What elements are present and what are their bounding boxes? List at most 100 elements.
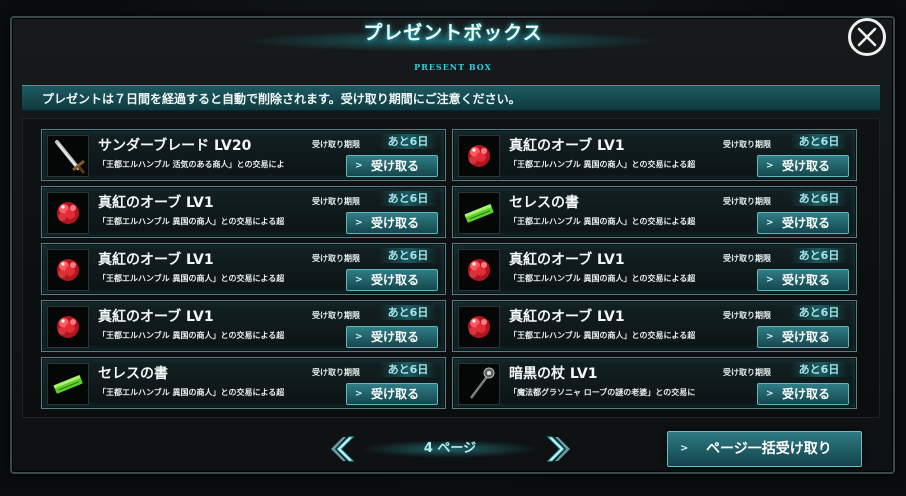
receive-button-label: 受け取る	[782, 387, 831, 401]
page-subtitle: PRESENT BOX	[414, 62, 492, 72]
sword-icon	[47, 135, 89, 177]
bulk-receive-button[interactable]: > ページ一括受け取り	[667, 431, 862, 467]
period-label: 受け取り期限	[312, 140, 360, 149]
chevron-right-icon	[546, 436, 570, 462]
arrow-icon: >	[766, 218, 774, 228]
present-item: 真紅のオーブ LV1 受け取り期限 あと6日「王都エルハンブル 異国の商人」との交易…	[41, 243, 446, 295]
next-page-button[interactable]	[544, 435, 570, 463]
receive-button[interactable]: > 受け取る	[757, 383, 849, 405]
arrow-icon: >	[355, 389, 363, 399]
receive-button-label: 受け取る	[782, 330, 831, 344]
red-orb-icon	[458, 249, 500, 291]
receive-button-label: 受け取る	[371, 330, 420, 344]
remaining-days-badge: あと6日	[790, 305, 848, 320]
receive-button-label: 受け取る	[782, 273, 831, 287]
remaining-days-badge: あと6日	[379, 248, 437, 263]
red-orb-icon	[458, 135, 500, 177]
item-description: 「王都エルハンブル 異国の商人」との交易による超	[509, 274, 696, 283]
item-description: 「王都エルハンブル 活気のある商人」との交易によ	[98, 160, 285, 169]
item-name: 真紅のオーブ LV1	[98, 252, 214, 268]
receive-button-label: 受け取る	[782, 216, 831, 230]
receive-button-label: 受け取る	[371, 273, 420, 287]
remaining-days-badge: あと6日	[790, 248, 848, 263]
remaining-days-badge: あと6日	[790, 134, 848, 149]
present-item: 真紅のオーブ LV1 受け取り期限 あと6日「王都エルハンブル 異国の商人」との交易…	[452, 300, 857, 352]
present-item: 真紅のオーブ LV1 受け取り期限 あと6日 「王都エルハンブル 異国の商人」との交易…	[452, 129, 857, 181]
item-name: 真紅のオーブ LV1	[509, 252, 625, 268]
item-name: 真紅のオーブ LV1	[98, 309, 214, 325]
receive-button[interactable]: > 受け取る	[757, 269, 849, 291]
arrow-icon: >	[355, 161, 363, 171]
remaining-days-badge: あと6日	[790, 191, 848, 206]
arrow-icon: >	[766, 161, 774, 171]
period-label: 受け取り期限	[723, 197, 771, 206]
remaining-days-badge: あと6日	[379, 134, 437, 149]
remaining-days-badge: あと6日	[790, 362, 848, 377]
period-label: 受け取り期限	[723, 140, 771, 149]
present-item: サンダーブレード LV20 受け取り期限 あと6日「王都エルハンブル 活気のある商人…	[41, 129, 446, 181]
arrow-icon: >	[355, 218, 363, 228]
item-name: 真紅のオーブ LV1	[509, 138, 625, 154]
receive-button[interactable]: > 受け取る	[757, 155, 849, 177]
item-description: 「王都エルハンブル 異国の商人」との交易による超	[509, 217, 696, 226]
item-description: 「王都エルハンブル 異国の商人」との交易による超	[98, 217, 285, 226]
close-button[interactable]	[848, 18, 886, 56]
period-label: 受け取り期限	[723, 311, 771, 320]
item-name: セレスの書	[98, 366, 168, 382]
receive-button[interactable]: > 受け取る	[346, 212, 438, 234]
present-item: セレスの書 受け取り期限 あと6日「王都エルハンブル 異国の商人」との交易による超 >…	[452, 186, 857, 238]
remaining-days-badge: あと6日	[379, 305, 437, 320]
period-label: 受け取り期限	[312, 197, 360, 206]
red-orb-icon	[47, 192, 89, 234]
red-orb-icon	[47, 249, 89, 291]
dark-staff-icon	[458, 363, 500, 405]
receive-button[interactable]: > 受け取る	[346, 269, 438, 291]
close-icon	[857, 27, 877, 47]
period-label: 受け取り期限	[312, 368, 360, 377]
receive-button[interactable]: > 受け取る	[346, 155, 438, 177]
present-item: 真紅のオーブ LV1 受け取り期限 あと6日「王都エルハンブル 異国の商人」との交易…	[41, 300, 446, 352]
item-name: 真紅のオーブ LV1	[98, 195, 214, 211]
present-item: 真紅のオーブ LV1 受け取り期限 あと6日「王都エルハンブル 異国の商人」との交易…	[452, 243, 857, 295]
period-label: 受け取り期限	[723, 254, 771, 263]
remaining-days-badge: あと6日	[379, 362, 437, 377]
bulk-receive-label: ページ一括受け取り	[706, 441, 832, 457]
receive-button-label: 受け取る	[371, 387, 420, 401]
receive-button[interactable]: > 受け取る	[757, 212, 849, 234]
red-orb-icon	[47, 306, 89, 348]
chevron-left-icon	[331, 436, 355, 462]
page-indicator: 4 ページ	[423, 441, 477, 456]
item-description: 「王都エルハンブル 異国の商人」との交易による超	[98, 274, 285, 283]
item-name: セレスの書	[509, 195, 579, 211]
item-description: 「魔法都グラソニャ ローブの謎の老婆」との交易に	[509, 388, 696, 397]
arrow-icon: >	[766, 275, 774, 285]
green-book-icon	[47, 363, 89, 405]
item-name: サンダーブレード LV20	[98, 138, 252, 154]
arrow-icon: >	[355, 332, 363, 342]
receive-button-label: 受け取る	[782, 159, 831, 173]
present-box-screen: プレゼントボックス PRESENT BOX プレゼントは７日間を経過すると自動で…	[0, 0, 906, 496]
period-label: 受け取り期限	[312, 311, 360, 320]
green-book-icon	[458, 192, 500, 234]
item-description: 「王都エルハンブル 異国の商人」との交易による超	[509, 331, 696, 340]
item-name: 真紅のオーブ LV1	[509, 309, 625, 325]
red-orb-icon	[458, 306, 500, 348]
arrow-icon: >	[766, 389, 774, 399]
arrow-icon: >	[355, 275, 363, 285]
receive-button[interactable]: > 受け取る	[757, 326, 849, 348]
period-label: 受け取り期限	[312, 254, 360, 263]
receive-button-label: 受け取る	[371, 159, 420, 173]
remaining-days-badge: あと6日	[379, 191, 437, 206]
present-item: 真紅のオーブ LV1 受け取り期限 あと6日「王都エルハンブル 異国の商人」との交易…	[41, 186, 446, 238]
receive-button[interactable]: > 受け取る	[346, 326, 438, 348]
arrow-icon: >	[766, 332, 774, 342]
receive-button[interactable]: > 受け取る	[346, 383, 438, 405]
period-label: 受け取り期限	[723, 368, 771, 377]
receive-button-label: 受け取る	[371, 216, 420, 230]
prev-page-button[interactable]	[331, 435, 357, 463]
present-item: 暗黒の杖 LV1 受け取り期限 あと6日 「魔法都グラソニャ ローブの謎の老婆」との交…	[452, 357, 857, 409]
item-description: 「王都エルハンブル 異国の商人」との交易による超	[98, 388, 285, 397]
present-item: セレスの書 受け取り期限 あと6日「王都エルハンブル 異国の商人」との交易による超 >…	[41, 357, 446, 409]
arrow-icon: >	[680, 443, 689, 454]
item-description: 「王都エルハンブル 異国の商人」との交易による超	[98, 331, 285, 340]
